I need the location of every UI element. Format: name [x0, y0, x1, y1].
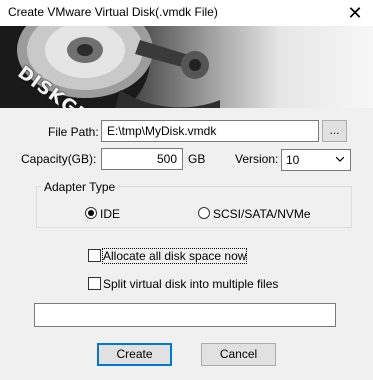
split-label[interactable]: Split virtual disk into multiple files — [103, 277, 278, 291]
file-path-label: File Path: — [48, 125, 99, 139]
file-path-input[interactable]: E:\tmp\MyDisk.vmdk — [101, 120, 319, 142]
version-label: Version: — [235, 152, 279, 166]
title-bar: Create VMware Virtual Disk(.vmdk File) ✕ — [0, 0, 373, 26]
version-value: 10 — [286, 153, 300, 167]
chevron-down-icon — [336, 156, 344, 162]
radio-ide[interactable] — [85, 207, 97, 219]
radio-ide-label[interactable]: IDE — [100, 207, 120, 221]
close-button[interactable]: ✕ — [337, 0, 373, 26]
capacity-input[interactable]: 500 — [101, 148, 183, 170]
radio-selected-dot — [88, 210, 94, 216]
radio-scsi-sata-nvme-label[interactable]: SCSI/SATA/NVMe — [213, 207, 311, 221]
capacity-label: Capacity(GB): — [21, 152, 97, 166]
diskgenius-banner: DISKGENIUS — [0, 26, 373, 108]
version-select[interactable]: 10 — [281, 149, 351, 171]
cancel-button[interactable]: Cancel — [201, 343, 276, 366]
allocate-label[interactable]: Allocate all disk space now — [101, 248, 248, 264]
allocate-checkbox[interactable] — [88, 249, 101, 262]
window-title: Create VMware Virtual Disk(.vmdk File) — [8, 5, 218, 19]
split-checkbox[interactable] — [88, 277, 101, 290]
capacity-value: 500 — [156, 152, 177, 166]
hard-disk-image — [0, 26, 220, 108]
radio-scsi-sata-nvme[interactable] — [198, 207, 210, 219]
browse-button[interactable]: ... — [322, 120, 347, 142]
close-icon: ✕ — [347, 3, 363, 23]
progress-bar — [34, 303, 336, 327]
create-vmdk-dialog: Create VMware Virtual Disk(.vmdk File) ✕… — [0, 0, 373, 380]
adapter-type-label: Adapter Type — [42, 180, 118, 194]
file-path-value: E:\tmp\MyDisk.vmdk — [107, 124, 217, 138]
capacity-unit: GB — [188, 152, 206, 166]
create-button[interactable]: Create — [97, 343, 172, 366]
